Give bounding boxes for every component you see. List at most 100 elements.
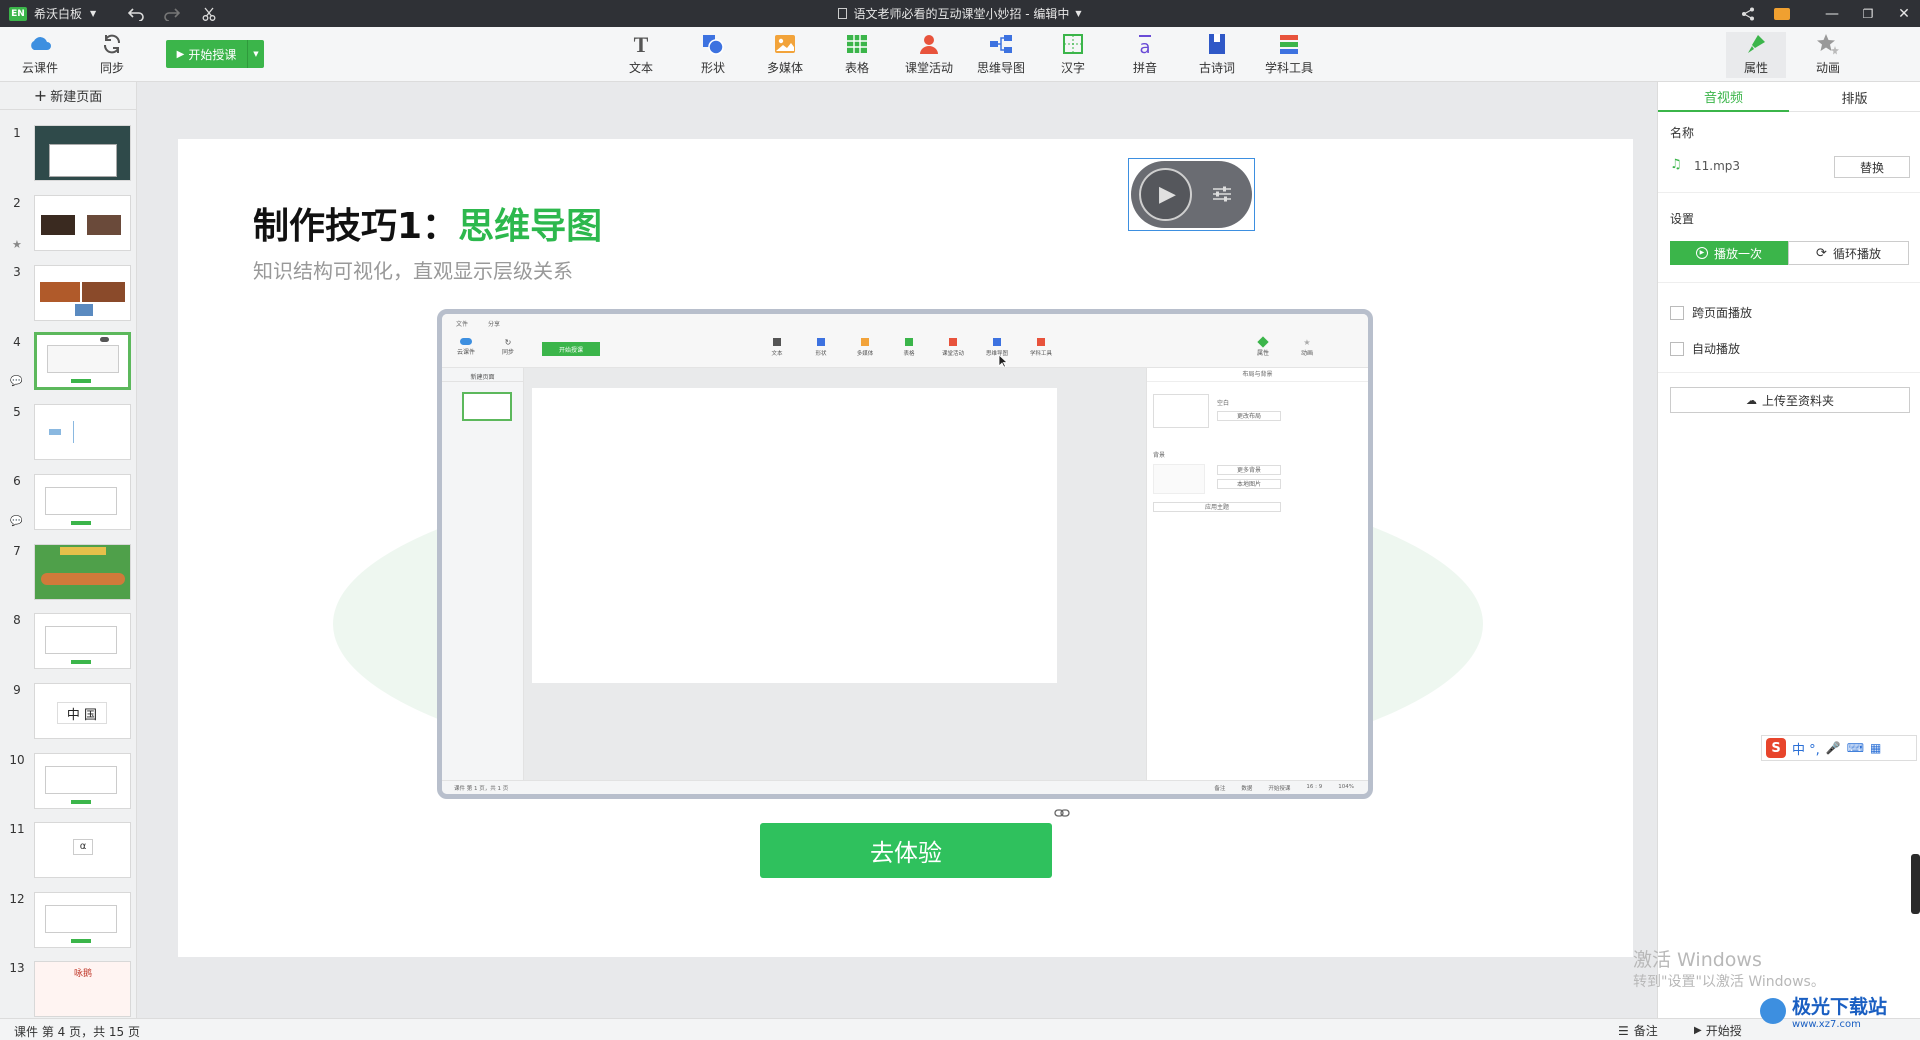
page-thumb-10[interactable]	[34, 753, 131, 809]
inner-props: 属性	[1256, 350, 1269, 357]
redo-icon[interactable]	[162, 0, 182, 27]
table-icon	[847, 35, 867, 53]
page-thumb-2[interactable]	[34, 195, 131, 251]
restore-icon[interactable]: ❐	[1858, 0, 1878, 27]
tool-text[interactable]: T 文本	[611, 32, 671, 78]
replace-button[interactable]: 替换	[1834, 156, 1910, 178]
new-page-button[interactable]: + 新建页面	[0, 82, 136, 110]
inner-menu-file: 文件	[456, 320, 469, 328]
inner-tool-label: 多媒体	[856, 351, 874, 357]
cloud-label: 云课件	[21, 61, 58, 75]
properties-panel: 音视频 排版 名称 ♫ 11.mp3 替换 设置 ▶ 播放一次 ⟳ 循环播放 跨…	[1633, 82, 1920, 1018]
inner-canvas	[524, 368, 1146, 780]
poetry-icon	[1209, 34, 1225, 54]
embedded-screenshot[interactable]: 文件 分享 云课件 ↻ 同步 开始授课 文本 形状 多媒体 表格 课堂活动 思维导图 学科工…	[437, 309, 1373, 799]
properties-label: 属性	[1743, 61, 1768, 75]
animation-tab[interactable]: 动画	[1798, 32, 1858, 78]
tool-poetry[interactable]: 古诗词	[1187, 32, 1247, 78]
start-class-button[interactable]: ▶ 开始授课 ▼	[166, 40, 264, 68]
mic-icon: 🎤	[1825, 741, 1841, 755]
page-thumb-7[interactable]	[34, 544, 131, 600]
page-thumb-5[interactable]	[34, 404, 131, 460]
page-thumb-4[interactable]	[34, 332, 131, 390]
tool-table[interactable]: 表格	[827, 32, 887, 78]
play-button[interactable]: ▶	[1139, 168, 1192, 221]
tool-mindmap[interactable]: 思维导图	[971, 32, 1031, 78]
page-thumb-13[interactable]: 咏鹅	[34, 961, 131, 1017]
tool-subject[interactable]: 学科工具	[1259, 32, 1319, 78]
inner-background: 背景	[1153, 452, 1166, 459]
inner-status-item: 备注	[1214, 785, 1226, 792]
page-thumb-8[interactable]	[34, 613, 131, 669]
auto-play-label: 自动播放	[1692, 342, 1741, 356]
auto-play-checkbox[interactable]	[1670, 341, 1684, 356]
upload-button[interactable]: ☁ 上传至资料夹	[1670, 387, 1910, 413]
side-handle[interactable]	[1911, 854, 1920, 914]
doc-title[interactable]: 语文老师必看的互动课堂小妙招 - 编辑中 ▼	[830, 0, 1090, 27]
page-thumb-12[interactable]	[34, 892, 131, 948]
activate-windows-title: 激活 Windows	[1633, 949, 1762, 971]
inner-change-layout: 更改布局	[1217, 411, 1281, 421]
loop-play-button[interactable]: ⟳ 循环播放	[1788, 241, 1909, 265]
name-label: 名称	[1670, 126, 1695, 140]
cross-page-option[interactable]: 跨页面播放	[1670, 304, 1752, 321]
page-thumb-11[interactable]: α	[34, 822, 131, 878]
page-sidebar: + 新建页面 1 2 ★ 3 4 💬 5 6 💬 7 8 9 中 国 10 11…	[0, 82, 137, 1018]
play-once-button[interactable]: ▶ 播放一次	[1670, 241, 1788, 265]
undo-icon[interactable]	[126, 0, 146, 27]
tool-pinyin[interactable]: a 拼音	[1115, 32, 1175, 78]
app-menu[interactable]: 希沃白板 ▼	[34, 0, 104, 27]
slide-subtitle[interactable]: 知识结构可视化，直观显示层级关系	[253, 255, 573, 284]
minimize-icon[interactable]: —	[1822, 0, 1842, 27]
inner-new-page: 新建页面	[442, 368, 523, 382]
close-icon[interactable]: ✕	[1894, 0, 1914, 27]
share-icon[interactable]	[1738, 0, 1758, 27]
audio-selection-box[interactable]: ▶	[1128, 158, 1255, 231]
ime-toolbar[interactable]: S 中 °, 🎤 ⌨ ▦	[1761, 735, 1917, 761]
cloud-upload-icon: ☁	[1745, 393, 1757, 407]
new-page-label: 新建页面	[50, 90, 103, 105]
page-thumb-9[interactable]: 中 国	[34, 683, 131, 739]
tool-hanzi[interactable]: 汉字	[1043, 32, 1103, 78]
try-it-button[interactable]: 去体验	[760, 823, 1052, 878]
inner-tool-label: 课堂活动	[941, 351, 964, 357]
animation-label: 动画	[1815, 61, 1840, 75]
tool-text-label: 文本	[628, 61, 653, 75]
sync-button[interactable]: 同步	[82, 32, 142, 78]
tool-table-label: 表格	[844, 61, 869, 75]
tool-shape[interactable]: 形状	[683, 32, 743, 78]
text-icon: T	[634, 32, 649, 56]
sliders-icon[interactable]	[1211, 183, 1233, 205]
slide[interactable]: 制作技巧1：思维导图 知识结构可视化，直观显示层级关系 ▶ 文件 分享 云课件 …	[178, 139, 1633, 957]
slide-title[interactable]: 制作技巧1：思维导图	[253, 197, 602, 249]
tool-activity[interactable]: 课堂活动	[899, 32, 959, 78]
tool-media[interactable]: 多媒体	[755, 32, 815, 78]
cloud-courseware-button[interactable]: 云课件	[10, 32, 70, 78]
page-thumb-1[interactable]	[34, 125, 131, 181]
tab-layout[interactable]: 排版	[1789, 82, 1920, 112]
chevron-down-icon[interactable]: ▼	[248, 40, 264, 68]
auto-play-option[interactable]: 自动播放	[1670, 340, 1740, 357]
page-thumb-3[interactable]	[34, 265, 131, 321]
play-icon: ▶	[176, 48, 185, 60]
tab-audio-video[interactable]: 音视频	[1658, 82, 1789, 112]
audio-player[interactable]: ▶	[1131, 161, 1252, 228]
mail-icon[interactable]	[1772, 0, 1792, 27]
cross-page-checkbox[interactable]	[1670, 305, 1684, 320]
inner-tool-label: 表格	[903, 351, 915, 357]
page-thumb-6[interactable]	[34, 474, 131, 530]
cloud-icon	[31, 37, 51, 50]
title-bar: EN 希沃白板 ▼ 语文老师必看的互动课堂小妙招 - 编辑中 ▼ — ❐ ✕	[0, 0, 1920, 27]
notes-button[interactable]: ☰ 备注	[1618, 1022, 1658, 1039]
watermark-text: 极光下载站	[1792, 996, 1888, 1018]
inner-start: 开始授课	[542, 342, 600, 356]
loop-icon: ⟳	[1816, 245, 1827, 261]
tool-activity-label: 课堂活动	[904, 61, 953, 75]
start-class-status-button[interactable]: ▶ 开始授	[1694, 1022, 1742, 1039]
scissors-icon[interactable]	[199, 0, 219, 27]
page-number: 3	[13, 265, 21, 279]
properties-tab[interactable]: 属性	[1726, 32, 1786, 78]
star-icon: ★	[12, 238, 22, 251]
link-icon[interactable]	[1054, 807, 1070, 819]
inner-tool-item: 文本	[762, 336, 792, 357]
